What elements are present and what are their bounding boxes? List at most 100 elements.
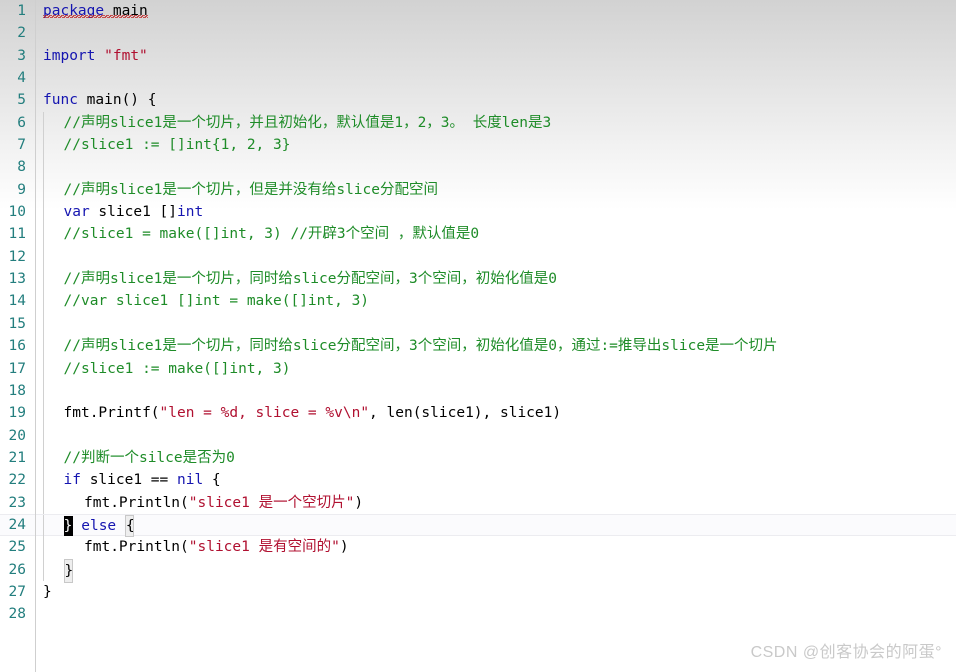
- line-number: 12: [8, 248, 26, 265]
- string-token: "slice1 是有空间的": [188, 539, 340, 556]
- string-token: "fmt": [104, 47, 148, 64]
- plain-token: ): [354, 494, 364, 511]
- plain-token: , len(slice1), slice1): [369, 405, 562, 422]
- code-line[interactable]: 9 //声明slice1是一个切片，但是并没有给slice分配空间: [0, 178, 956, 202]
- keyword-token: else: [81, 517, 117, 534]
- code-line[interactable]: 22 if slice1 == nil {: [0, 469, 956, 492]
- code-line[interactable]: 8: [0, 156, 956, 179]
- plain-token: fmt.Printf(: [63, 405, 160, 422]
- line-number: 25: [8, 539, 26, 556]
- string-token: "len = %d, slice = %v\n": [159, 405, 370, 422]
- code-line[interactable]: 15: [0, 312, 956, 336]
- code-line[interactable]: 23 fmt.Println("slice1 是一个空切片"): [0, 491, 956, 514]
- code-line[interactable]: 13 //声明slice1是一个切片，同时给slice分配空间，3个空间，初始化值…: [0, 268, 956, 291]
- plain-token: fmt.Println(: [84, 494, 189, 511]
- indent-guide: [43, 446, 44, 470]
- line-number: 27: [8, 583, 26, 600]
- code-editor[interactable]: 1 package main 2 3 import "fmt" 4 5 func main()…: [0, 0, 956, 672]
- code-line[interactable]: 5 func main() {: [0, 89, 956, 111]
- line-number: 28: [8, 606, 26, 623]
- line-number: 4: [17, 70, 26, 87]
- code-text: var slice1 []int: [64, 201, 204, 223]
- code-line[interactable]: 20: [0, 424, 956, 447]
- keyword-token: nil: [177, 472, 204, 489]
- line-number: 3: [17, 47, 26, 64]
- comment-token: //slice1 := make([]int, 3): [63, 360, 291, 377]
- code-line[interactable]: 16 //声明slice1是一个切片，同时给slice分配空间，3个空间，初始化值…: [0, 335, 956, 358]
- indent-guide: [43, 111, 44, 135]
- code-line[interactable]: 19 fmt.Printf("len = %d, slice = %v\n", l…: [0, 402, 956, 425]
- code-line[interactable]: 1 package main: [0, 0, 956, 22]
- indent-guide: [43, 245, 44, 269]
- code-text: fmt.Println("slice1 是有空间的"): [84, 536, 349, 558]
- indent-guide: [43, 558, 44, 581]
- code-line[interactable]: 24 } else {: [0, 513, 956, 538]
- comment-token: //声明slice1是一个切片，同时给slice分配空间，3个空间，初始化值是0…: [63, 338, 778, 355]
- code-lines-container[interactable]: 1 package main 2 3 import "fmt" 4 5 func main()…: [0, 0, 956, 626]
- text-cursor: }: [63, 515, 73, 537]
- matching-brace-highlight: }: [63, 558, 73, 583]
- code-text: //声明slice1是一个切片，同时给slice分配空间，3个空间，初始化值是0…: [64, 335, 778, 357]
- indent-guide: [43, 335, 44, 358]
- code-line[interactable]: 3 import "fmt": [0, 45, 956, 67]
- line-number: 15: [8, 315, 26, 332]
- code-text: //判断一个silce是否为0: [64, 447, 235, 469]
- code-line[interactable]: 21 //判断一个silce是否为0: [0, 446, 956, 470]
- code-line[interactable]: 2: [0, 22, 956, 44]
- code-line[interactable]: 18: [0, 379, 956, 403]
- code-line[interactable]: 27}: [0, 581, 956, 603]
- indent-guide: [43, 156, 44, 179]
- line-number: 24: [8, 516, 26, 533]
- code-line[interactable]: 25 fmt.Println("slice1 是有空间的"): [0, 536, 956, 559]
- code-text: //声明slice1是一个切片，并且初始化，默认值是1，2，3。 长度len是3: [64, 112, 552, 134]
- line-number: 1: [17, 3, 26, 19]
- plain-token: ): [339, 539, 349, 556]
- indent-guide: [43, 290, 44, 313]
- comment-token: //声明slice1是一个切片，同时给slice分配空间，3个空间，初始化值是0: [63, 271, 557, 288]
- code-text: if slice1 == nil {: [64, 469, 221, 491]
- code-text: func main() {: [43, 89, 157, 111]
- line-number: 9: [17, 181, 26, 198]
- error-underlined-token: package: [43, 3, 105, 19]
- code-line[interactable]: 6 //声明slice1是一个切片，并且初始化，默认值是1，2，3。 长度len是…: [0, 111, 956, 135]
- indent-guide: [43, 536, 44, 559]
- indent-guide: [43, 424, 44, 447]
- gutter-separator: [35, 0, 36, 672]
- code-line[interactable]: 7 //slice1 := []int{1, 2, 3}: [0, 134, 956, 157]
- code-line[interactable]: 4: [0, 67, 956, 89]
- code-text: }: [63, 558, 73, 583]
- code-line[interactable]: 12: [0, 245, 956, 269]
- plain-token: fmt.Println(: [84, 539, 189, 556]
- line-number: 26: [8, 561, 26, 578]
- code-text: } else {: [63, 514, 135, 538]
- code-line[interactable]: 11 //slice1 = make([]int, 3) //开辟3个空间 ，默认…: [0, 223, 956, 246]
- line-number: 11: [8, 226, 26, 243]
- keyword-token: if: [63, 472, 81, 489]
- indent-guide: [43, 178, 44, 202]
- line-number: 7: [17, 137, 26, 154]
- code-line[interactable]: 28: [0, 603, 956, 625]
- code-line[interactable]: 26}: [0, 558, 956, 583]
- keyword-token: int: [177, 204, 204, 221]
- indent-guide: [43, 514, 44, 538]
- line-number: 16: [8, 338, 26, 355]
- code-text: import "fmt": [43, 45, 148, 67]
- line-number: 10: [8, 204, 26, 221]
- comment-token: //声明slice1是一个切片，并且初始化，默认值是1，2，3。 长度len是3: [63, 114, 552, 131]
- indent-guide: [43, 491, 44, 514]
- comment-token: //var slice1 []int = make([]int, 3): [63, 293, 370, 310]
- line-number: 22: [8, 472, 26, 489]
- indent-guide: [43, 201, 44, 224]
- code-text: fmt.Println("slice1 是一个空切片"): [84, 492, 363, 514]
- line-number: 18: [8, 382, 26, 399]
- code-line[interactable]: 14 //var slice1 []int = make([]int, 3): [0, 290, 956, 313]
- code-line[interactable]: 17 //slice1 := make([]int, 3): [0, 357, 956, 380]
- line-number: 2: [17, 25, 26, 42]
- comment-token: //声明slice1是一个切片，但是并没有给slice分配空间: [63, 181, 439, 198]
- code-line[interactable]: 10 var slice1 []int: [0, 201, 956, 224]
- indent-guide: [43, 268, 44, 291]
- line-number: 20: [8, 427, 26, 444]
- plain-token: slice1 []: [89, 204, 178, 221]
- line-number: 17: [8, 360, 26, 377]
- line-number: 5: [17, 92, 26, 109]
